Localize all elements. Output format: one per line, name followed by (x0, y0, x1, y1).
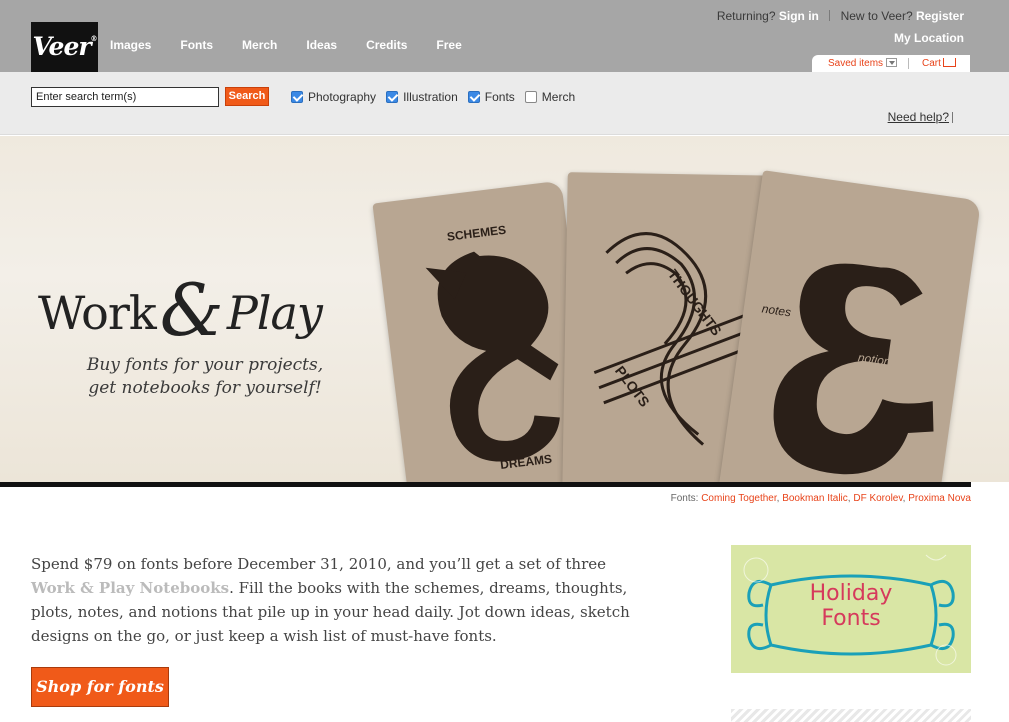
hero-ampersand: & (159, 268, 224, 352)
search-button[interactable]: Search (225, 87, 269, 106)
cart-icon (942, 58, 956, 67)
hero-divider (0, 482, 971, 487)
filter-label: Photography (308, 90, 377, 104)
promo-text-intro: Spend $79 on fonts before December 31, 2… (31, 555, 607, 573)
fonts-credit: Fonts: Coming Together, Bookman Italic, … (670, 493, 971, 504)
checkbox-checked-icon[interactable] (291, 91, 303, 103)
work-play-notebooks-link[interactable]: Work & Play Notebooks (31, 579, 229, 597)
saved-items-label: Saved items (828, 58, 884, 69)
checkbox-unchecked-icon[interactable] (524, 91, 537, 103)
notebook-notes-image: notes notions (718, 170, 982, 482)
nav-merch[interactable]: Merch (242, 38, 277, 52)
nav-images[interactable]: Images (110, 38, 151, 52)
hero-subtitle-line: Buy fonts for your projects, (86, 355, 324, 375)
cart-label: Cart (922, 58, 941, 69)
nav-credits[interactable]: Credits (366, 38, 407, 52)
striped-divider (731, 709, 971, 722)
search-bar: Search Photography Illustration Fonts Me… (0, 72, 1009, 135)
hero-title-work: Work (38, 286, 157, 340)
font-link-bookman-italic[interactable]: Bookman Italic (782, 493, 848, 504)
cart-link[interactable]: Cart (922, 58, 956, 69)
site-header: Veer® Images Fonts Merch Ideas Credits F… (0, 0, 1009, 72)
filter-merch[interactable]: Merch (524, 90, 576, 104)
filter-illustration[interactable]: Illustration (386, 90, 458, 104)
nav-free[interactable]: Free (436, 38, 461, 52)
ampersand-illustration (773, 263, 934, 475)
divider (908, 58, 909, 69)
need-help-link[interactable]: Need help? (888, 110, 949, 124)
search-filters: Photography Illustration Fonts Merch (291, 90, 585, 104)
new-to-veer-label: New to Veer? (840, 9, 913, 23)
utility-strip: Saved items Cart (812, 55, 970, 72)
font-link-proxima-nova[interactable]: Proxima Nova (908, 493, 971, 504)
holiday-fonts-banner[interactable]: Holiday Fonts (731, 545, 971, 673)
veer-logo[interactable]: Veer® (31, 22, 98, 72)
hero-banner[interactable]: Work&Play Buy fonts for your projects, g… (0, 136, 1009, 482)
holiday-fonts-text: Holiday Fonts (731, 581, 971, 631)
promo-text: Spend $79 on fonts before December 31, 2… (31, 552, 631, 648)
logo-text: Veer (32, 32, 91, 61)
nav-fonts[interactable]: Fonts (180, 38, 213, 52)
nav-ideas[interactable]: Ideas (306, 38, 337, 52)
hero-subtitle-line: get notebooks for yourself! (88, 378, 322, 398)
holiday-line: Holiday (809, 581, 893, 606)
main-nav: Images Fonts Merch Ideas Credits Free (110, 38, 491, 52)
dropdown-arrow-icon[interactable] (886, 58, 898, 67)
font-link-coming-together[interactable]: Coming Together (701, 493, 776, 504)
search-input[interactable] (31, 87, 219, 107)
checkbox-checked-icon[interactable] (386, 91, 399, 103)
my-location-link[interactable]: My Location (894, 31, 964, 45)
hero-title-play: Play (226, 286, 323, 340)
returning-label: Returning? (716, 9, 776, 23)
register-link[interactable]: Register (916, 9, 964, 23)
fonts-credit-label: Fonts: (670, 493, 699, 504)
sign-in-link[interactable]: Sign in (779, 9, 819, 23)
filter-label: Fonts (484, 90, 515, 104)
divider (829, 10, 831, 21)
filter-label: Merch (541, 90, 576, 104)
filter-fonts[interactable]: Fonts (467, 90, 515, 104)
holiday-line: Fonts (821, 606, 881, 631)
account-links: Returning? Sign in New to Veer? Register (717, 9, 964, 23)
filter-photography[interactable]: Photography (291, 90, 376, 104)
shop-for-fonts-button[interactable]: Shop for fonts (31, 667, 169, 707)
hero-subtitle: Buy fonts for your projects, get noteboo… (70, 354, 340, 400)
checkbox-checked-icon[interactable] (467, 91, 480, 103)
font-link-df-korolev[interactable]: DF Korolev (853, 493, 902, 504)
divider (952, 112, 953, 123)
saved-items-menu[interactable]: Saved items (828, 58, 898, 69)
hero-title: Work&Play (38, 268, 323, 352)
filter-label: Illustration (403, 90, 458, 104)
registered-mark: ® (90, 34, 98, 43)
